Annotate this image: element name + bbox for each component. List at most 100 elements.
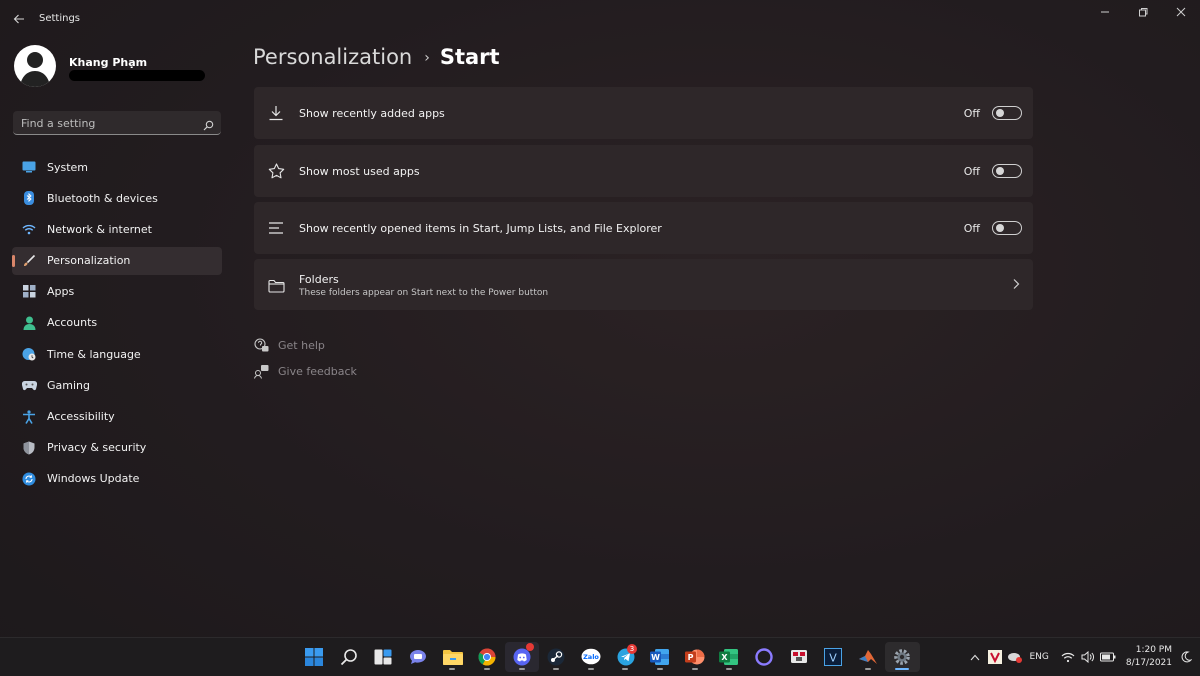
sidebar-item-network-internet[interactable]: Network & internet	[12, 215, 222, 243]
taskbar-telegram[interactable]: 3	[608, 642, 643, 672]
person-icon	[21, 315, 37, 331]
sidebar-item-gaming[interactable]: Gaming	[12, 371, 222, 399]
recently-opened-items-toggle[interactable]	[992, 221, 1022, 235]
running-indicator	[864, 668, 871, 670]
taskbar-settings[interactable]	[885, 642, 920, 672]
sidebar-item-bluetooth-devices[interactable]: Bluetooth & devices	[12, 184, 222, 212]
search-box[interactable]	[13, 111, 221, 135]
brush-icon	[21, 253, 37, 269]
toggle-knob	[996, 224, 1004, 232]
setting-label: Show most used apps	[299, 164, 420, 178]
zalo-icon: Zalo	[581, 648, 601, 665]
vietkey-tray-icon[interactable]	[985, 650, 1005, 664]
sidebar-item-system[interactable]: System	[12, 153, 222, 181]
sidebar-item-time-language[interactable]: Time & language	[12, 340, 222, 368]
taskbar-discord[interactable]	[504, 642, 540, 672]
setting-label: Show recently added apps	[299, 106, 445, 120]
close-button[interactable]	[1162, 0, 1200, 24]
task-view-icon	[374, 649, 392, 665]
search-icon[interactable]	[203, 116, 214, 135]
taskbar-start-button[interactable]	[297, 642, 332, 672]
star-icon	[267, 162, 285, 180]
search-icon	[340, 649, 357, 666]
taskbar-file-explorer[interactable]	[435, 642, 470, 672]
snipping-icon	[790, 650, 807, 663]
setting-most-used-apps: Show most used apps Off	[254, 145, 1033, 197]
clock-date: 8/17/2021	[1125, 658, 1172, 668]
taskbar-word[interactable]: W	[643, 642, 678, 672]
redacted-email	[69, 70, 205, 81]
file-explorer-icon	[442, 649, 463, 665]
taskbar-task-view-button[interactable]	[366, 642, 401, 672]
setting-label: Show recently opened items in Start, Jum…	[299, 221, 662, 235]
breadcrumb-parent-personalization[interactable]: Personalization	[253, 45, 412, 69]
chrome-icon	[478, 648, 496, 666]
help-chat-icon	[253, 337, 269, 353]
restore-button[interactable]	[1124, 0, 1162, 24]
taskbar-steam[interactable]	[539, 642, 574, 672]
get-help-label: Get help	[278, 338, 325, 352]
minimize-button[interactable]	[1086, 0, 1124, 24]
get-help-link[interactable]: Get help	[253, 337, 325, 353]
recently-added-apps-toggle[interactable]	[992, 106, 1022, 120]
sidebar-item-label: Bluetooth & devices	[47, 191, 158, 205]
wifi-icon	[21, 221, 37, 237]
taskbar-search-button[interactable]	[332, 642, 367, 672]
breadcrumb: Personalization › Start	[253, 45, 500, 69]
input-language-indicator[interactable]: ENG	[1029, 652, 1048, 662]
taskbar: Zalo 3 W P X V ENG 1:20 PM 8/17/2021	[0, 637, 1200, 676]
clock-time: 1:20 PM	[1135, 645, 1172, 655]
minimize-icon	[1101, 11, 1109, 13]
sidebar-item-label: Personalization	[47, 254, 131, 268]
globe-clock-icon	[21, 346, 37, 362]
taskbar-snipping-tool[interactable]	[781, 642, 816, 672]
update-icon	[21, 471, 37, 487]
taskbar-zalo[interactable]: Zalo	[574, 642, 609, 672]
active-indicator	[895, 668, 910, 670]
taskbar-excel[interactable]: X	[712, 642, 747, 672]
vegas-icon: V	[824, 648, 843, 666]
battery-icon[interactable]	[1098, 652, 1118, 662]
volume-icon[interactable]	[1078, 651, 1098, 663]
steam-icon	[547, 648, 565, 666]
setting-recently-added-apps: Show recently added apps Off	[254, 87, 1033, 139]
give-feedback-link[interactable]: Give feedback	[253, 363, 357, 379]
search-input[interactable]	[13, 111, 203, 135]
word-icon: W	[650, 649, 670, 665]
wifi-icon[interactable]	[1058, 652, 1078, 663]
sidebar-item-privacy-security[interactable]: Privacy & security	[12, 434, 222, 462]
taskbar-chrome[interactable]	[470, 642, 505, 672]
running-indicator	[656, 668, 663, 670]
running-indicator	[518, 668, 525, 670]
monitor-icon	[21, 159, 37, 175]
taskbar-chat-button[interactable]	[401, 642, 436, 672]
clock[interactable]: 1:20 PM 8/17/2021	[1126, 644, 1172, 670]
sidebar-item-label: Privacy & security	[47, 441, 147, 455]
powerpoint-icon: P	[684, 649, 705, 665]
taskbar-cortana[interactable]	[747, 642, 782, 672]
network-monitor-tray-icon[interactable]	[1005, 650, 1025, 664]
setting-folders[interactable]: Folders These folders appear on Start ne…	[254, 259, 1033, 310]
focus-assist-moon-icon[interactable]	[1176, 651, 1196, 663]
teams-chat-icon	[410, 650, 427, 664]
sidebar-item-apps[interactable]: Apps	[12, 278, 222, 306]
sidebar-item-label: Network & internet	[47, 222, 152, 236]
download-icon	[267, 104, 285, 122]
taskbar-matlab[interactable]	[851, 642, 886, 672]
vegas-label: V	[829, 652, 837, 665]
taskbar-vegas[interactable]: V	[816, 642, 851, 672]
setting-description: These folders appear on Start next to th…	[299, 288, 549, 298]
sidebar-item-label: Windows Update	[47, 472, 140, 486]
sidebar-item-personalization[interactable]: Personalization	[12, 246, 222, 275]
most-used-apps-toggle[interactable]	[992, 164, 1022, 178]
back-button[interactable]	[10, 10, 28, 28]
show-hidden-icons-chevron-up-icon[interactable]	[965, 654, 985, 661]
taskbar-powerpoint[interactable]: P	[678, 642, 713, 672]
sidebar-item-windows-update[interactable]: Windows Update	[12, 465, 222, 493]
sidebar-item-accessibility[interactable]: Accessibility	[12, 403, 222, 431]
running-indicator	[726, 668, 733, 670]
sidebar-item-accounts[interactable]: Accounts	[12, 309, 222, 337]
matlab-icon	[858, 650, 877, 664]
telegram-badge: 3	[626, 644, 637, 654]
setting-recently-opened-items: Show recently opened items in Start, Jum…	[254, 202, 1033, 254]
